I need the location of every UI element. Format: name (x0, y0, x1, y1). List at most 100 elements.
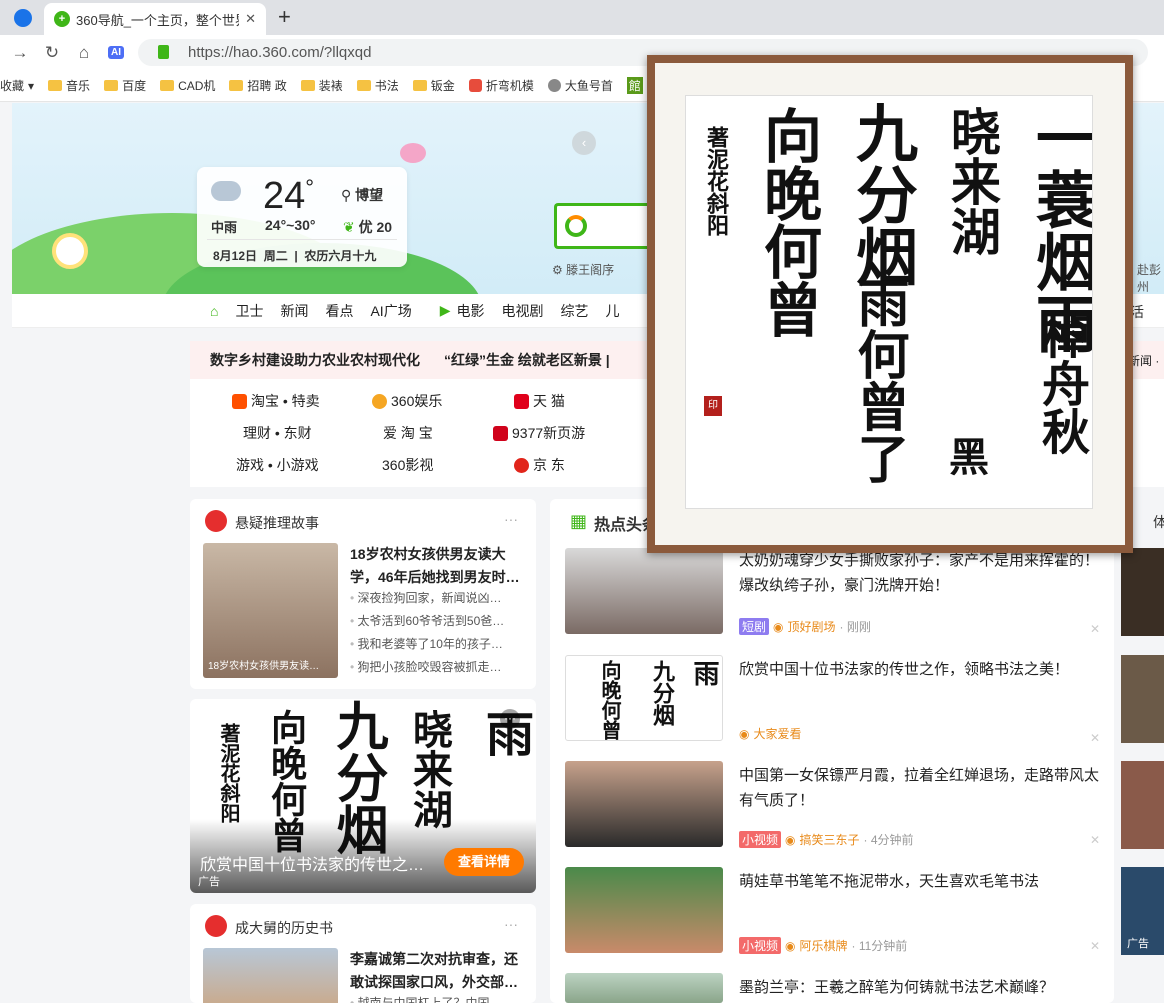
bookmark-item[interactable]: 館 (626, 77, 643, 94)
ad-caption: 欣赏中国十位书法家的传世之… (200, 857, 425, 874)
ad-label: 广告 (198, 876, 220, 888)
weather-date: 8月12日 周二 | 农历六月十九 (213, 249, 377, 263)
story-headline[interactable]: 李嘉诚第二次对抗审查，还敢试探国家口风，外交部… (350, 948, 524, 994)
nav-item[interactable]: 电影 (456, 301, 484, 321)
bookmark-item[interactable]: 折弯机模 (468, 77, 534, 94)
more-icon[interactable]: ··· (504, 916, 518, 932)
list-item[interactable]: 狗把小孩脸咬毁容被抓走… (350, 656, 524, 679)
artwork-mat: 一蓑烟雨 棹舟秋 晓来湖 九分烟 雨何曾了 向晚何曾 黑 著泥花斜阳 印 (655, 63, 1125, 545)
nav-item[interactable]: 卫士 (235, 301, 263, 321)
news-item[interactable]: 萌娃草书笔笔不拖泥带水，天生喜欢毛笔书法 小视频 ◉ 阿乐棋牌 · 11分钟前 … (565, 867, 1110, 965)
nav-item[interactable]: 看点 (325, 301, 353, 321)
news-meta: 小视频 ◉ 阿乐棋牌 · 11分钟前 (739, 937, 907, 954)
story-headline[interactable]: 18岁农村女孩供男友读大学，46年后她找到男友时… (350, 543, 524, 589)
tmall-icon (514, 393, 529, 409)
search-hint[interactable]: ⚙ 滕王阁序 (552, 261, 614, 278)
news-title: 中国第一女保镖严月霞，拉着全红婵退场，走路带风太有气质了！ (739, 767, 1100, 809)
url-text: https://hao.360.com/?llqxqd (188, 44, 372, 61)
more-icon[interactable]: ··· (504, 511, 518, 527)
weather-city: ⚲ 博望 (341, 187, 384, 203)
grid-icon: ▦ (570, 511, 588, 531)
story-thumbnail[interactable]: 18岁农村女孩供男友读… (203, 543, 338, 678)
nav-item[interactable]: 电视剧 (501, 301, 543, 321)
bookmark-item[interactable]: 招聘 政 (229, 77, 287, 94)
bookmark-item[interactable]: 大鱼号首 (547, 77, 613, 94)
dismiss-icon[interactable]: ✕ (1090, 939, 1100, 953)
news-title: 萌娃草书笔笔不拖泥带水，天生喜欢毛笔书法 (739, 873, 1040, 890)
site-link[interactable]: 天 猫 (514, 391, 565, 411)
list-item[interactable]: 我和老婆等了10年的孩子… (350, 633, 524, 656)
tab-close-icon[interactable]: ✕ (245, 11, 256, 27)
bookmark-item[interactable]: 钣金 (412, 77, 455, 94)
more-icon[interactable]: ··· (500, 709, 520, 729)
channel-logo-icon (205, 510, 227, 532)
nav-item[interactable]: 综艺 (560, 301, 588, 321)
site-link[interactable]: 淘宝 • 特卖 (232, 391, 320, 411)
side-thumbnail[interactable] (1121, 761, 1164, 849)
news-item[interactable]: 墨韵兰亭：王羲之醉笔为何铸就书法艺术巅峰？ (565, 973, 1110, 1003)
search-hint-right[interactable]: 赴彭州 (1137, 261, 1164, 294)
ai-button[interactable]: AI (108, 46, 124, 59)
air-quality: ❦ 优 20 (343, 219, 393, 235)
source-logo-icon: ◉ (785, 832, 796, 847)
seal-stamp: 印 (704, 396, 722, 416)
nav-item[interactable]: 新闻 (280, 301, 308, 321)
folder-icon (356, 80, 371, 91)
home-outline-icon[interactable]: ⌂ (210, 303, 218, 319)
site-link[interactable]: 9377新页游 (493, 423, 585, 443)
dismiss-icon[interactable]: ✕ (1090, 731, 1100, 745)
story-card[interactable]: 悬疑推理故事 ··· 18岁农村女孩供男友读… 18岁农村女孩供男友读大学，46… (190, 499, 536, 689)
site-link[interactable]: 京 东 (514, 455, 565, 475)
list-item[interactable]: 太爷活到60爷爷活到50爸… (350, 610, 524, 633)
news-item[interactable]: 一蓑烟雨 九分烟 向晚何曾 欣赏中国十位书法家的传世之作，领略书法之美！ ◉ 大… (565, 655, 1110, 753)
list-item[interactable]: 深夜捡狗回家，新闻说凶… (350, 587, 524, 610)
bookmark-item[interactable]: CAD机 (160, 77, 215, 94)
browser-menu-icon[interactable] (14, 9, 32, 27)
news-meta: 短剧 ◉ 顶好剧场 · 刚刚 (739, 618, 871, 635)
tab-title: 360导航_一个主页，整个世界 (76, 12, 240, 28)
nav-item[interactable]: AI广场 (370, 301, 411, 321)
nav-item[interactable]: 儿 (605, 301, 619, 321)
news-meta: 小视频 ◉ 搞笑三东子 · 4分钟前 (739, 831, 914, 848)
weather-condition: 中雨 (211, 220, 238, 235)
news-thumbnail (565, 973, 723, 1003)
tab-active[interactable]: + 360导航_一个主页，整个世界 ✕ (44, 3, 266, 35)
side-thumbnail[interactable] (1121, 548, 1164, 636)
bookmark-item[interactable]: 音乐 (48, 77, 90, 94)
site-link[interactable]: 爱 淘 宝 (383, 423, 433, 443)
prev-arrow-icon[interactable]: ‹ (572, 131, 596, 155)
weather-widget[interactable]: 中雨 24° ⚲ 博望 24°~30° ❦ 优 20 8月12日 周二 | 农历… (197, 167, 407, 267)
ad-card[interactable]: 一蓑烟雨 晓来湖 九分烟 向晚何曾 著泥花斜阳 ··· 欣赏中国十位书法家的传世… (190, 699, 536, 893)
site-link[interactable]: 360娱乐 (372, 391, 442, 411)
source-logo-icon: ◉ (739, 726, 750, 741)
bookmark-item[interactable]: 百度 (104, 77, 146, 94)
view-details-button[interactable]: 查看详情 (444, 848, 524, 876)
bookmark-item[interactable]: 书法 (356, 77, 399, 94)
news-thumbnail (565, 548, 723, 634)
site-link[interactable]: 游戏 • 小游戏 (236, 455, 319, 475)
site-link[interactable]: 理财 • 东财 (243, 423, 312, 443)
home-icon[interactable]: ⌂ (68, 43, 100, 63)
bookmark-item[interactable]: 装裱 (300, 77, 343, 94)
dismiss-icon[interactable]: ✕ (1090, 622, 1100, 636)
side-thumbnail[interactable]: 广告 (1121, 867, 1164, 955)
calligraphy-artwork-overlay[interactable]: 一蓑烟雨 棹舟秋 晓来湖 九分烟 雨何曾了 向晚何曾 黑 著泥花斜阳 印 (647, 55, 1133, 553)
dismiss-icon[interactable]: ✕ (1090, 833, 1100, 847)
story-bullets: 深夜捡狗回家，新闻说凶… 太爷活到60爷爷活到50爸… 我和老婆等了10年的孩子… (350, 587, 524, 679)
news-item[interactable]: 中国第一女保镖严月霞，拉着全红婵退场，走路带风太有气质了！ 小视频 ◉ 搞笑三东… (565, 761, 1110, 859)
forward-icon[interactable]: → (4, 43, 36, 63)
folder-icon (48, 80, 63, 91)
story-thumbnail[interactable] (203, 948, 338, 1003)
calligraphy-column: 雨何曾了 (848, 276, 909, 484)
bookmark-item[interactable]: 收藏 ▾ (0, 77, 34, 94)
right-tab[interactable]: 体 (1153, 512, 1164, 532)
artwork-paper: 一蓑烟雨 棹舟秋 晓来湖 九分烟 雨何曾了 向晚何曾 黑 著泥花斜阳 印 (685, 95, 1093, 509)
side-thumbnail[interactable] (1121, 655, 1164, 743)
story-card[interactable]: 成大舅的历史书 ··· 李嘉诚第二次对抗审查，还敢试探国家口风，外交部… 越南与… (190, 904, 536, 1003)
news-item[interactable]: 太奶奶魂穿少女手撕败家孙子：家产不是用来挥霍的！爆改纨绔子孙，豪门洗牌开始！ 短… (565, 548, 1110, 646)
list-item[interactable]: 越南与中国杠上了？中国… (350, 992, 524, 1003)
new-tab-button[interactable]: + (278, 4, 291, 30)
site-link[interactable]: 360影视 (382, 455, 433, 475)
reload-icon[interactable]: ↻ (36, 43, 68, 63)
search-box[interactable] (554, 203, 654, 249)
